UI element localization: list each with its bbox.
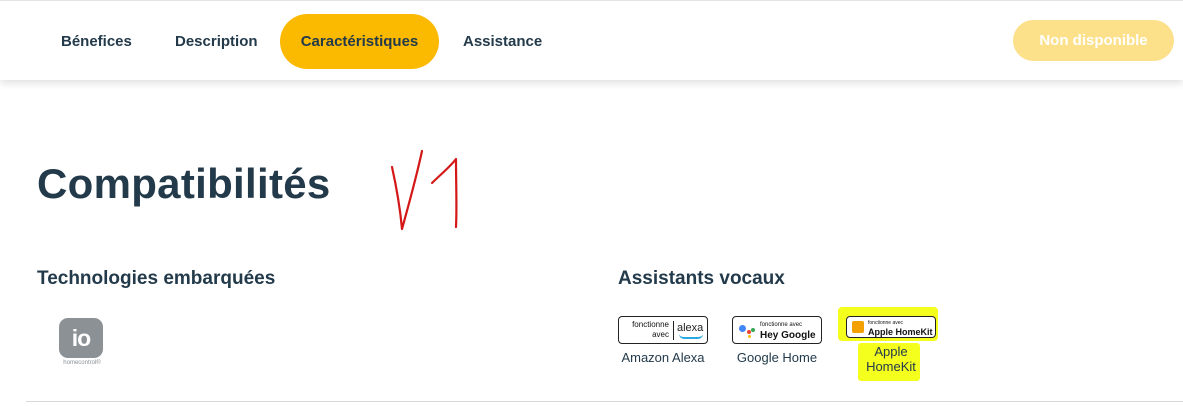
google-badge: fonctionne avec Hey Google (732, 316, 822, 344)
page-title: Compatibilités (37, 160, 331, 207)
io-logo-icon: io (59, 318, 103, 358)
homekit-brand: Apple HomeKit (868, 327, 933, 337)
google-assistant-icon (739, 325, 755, 339)
homekit-badge-line1: fonctionne avec (868, 320, 904, 326)
apple-homekit-label: Apple HomeKit (838, 344, 944, 374)
google-home-label: Google Home (736, 350, 818, 365)
technologies-heading: Technologies embarquées (37, 268, 276, 289)
tab-navigation-bar: Bénefices Description Caractéristiques A… (0, 0, 1183, 80)
homekit-label-line1: Apple (874, 344, 908, 359)
handwritten-annotation (390, 149, 458, 231)
assistant-amazon-alexa: fonctionne avec alexa Amazon Alexa (618, 316, 708, 365)
google-brand: Hey Google (760, 330, 816, 341)
unavailable-button: Non disponible (1013, 20, 1174, 61)
alexa-smile-icon (679, 334, 703, 339)
assistant-apple-homekit: fonctionne avec Apple HomeKit Apple Home… (838, 307, 944, 381)
alexa-badge-line1: fonctionne (632, 320, 669, 329)
google-badge-line1: fonctionne avec (760, 322, 803, 328)
alexa-badge-line2: avec (652, 330, 669, 339)
amazon-alexa-label: Amazon Alexa (621, 350, 705, 365)
homekit-house-icon (852, 321, 864, 333)
section-divider (26, 401, 1183, 402)
tab-assistance[interactable]: Assistance (463, 14, 542, 69)
alexa-badge: fonctionne avec alexa (618, 316, 708, 344)
homekit-badge: fonctionne avec Apple HomeKit (846, 316, 936, 338)
alexa-brand: alexa (677, 322, 704, 334)
tab-benefices[interactable]: Bénefices (61, 14, 132, 69)
badge-divider (673, 321, 674, 340)
io-logo-caption: homecontrol® (63, 360, 101, 366)
tab-caracteristiques[interactable]: Caractéristiques (280, 14, 439, 69)
assistants-heading: Assistants vocaux (618, 268, 785, 289)
tab-description[interactable]: Description (175, 14, 258, 69)
io-homecontrol-logo: io homecontrol® (57, 318, 107, 370)
homekit-label-line2: HomeKit (866, 359, 916, 374)
assistant-google-home: fonctionne avec Hey Google Google Home (732, 316, 822, 365)
